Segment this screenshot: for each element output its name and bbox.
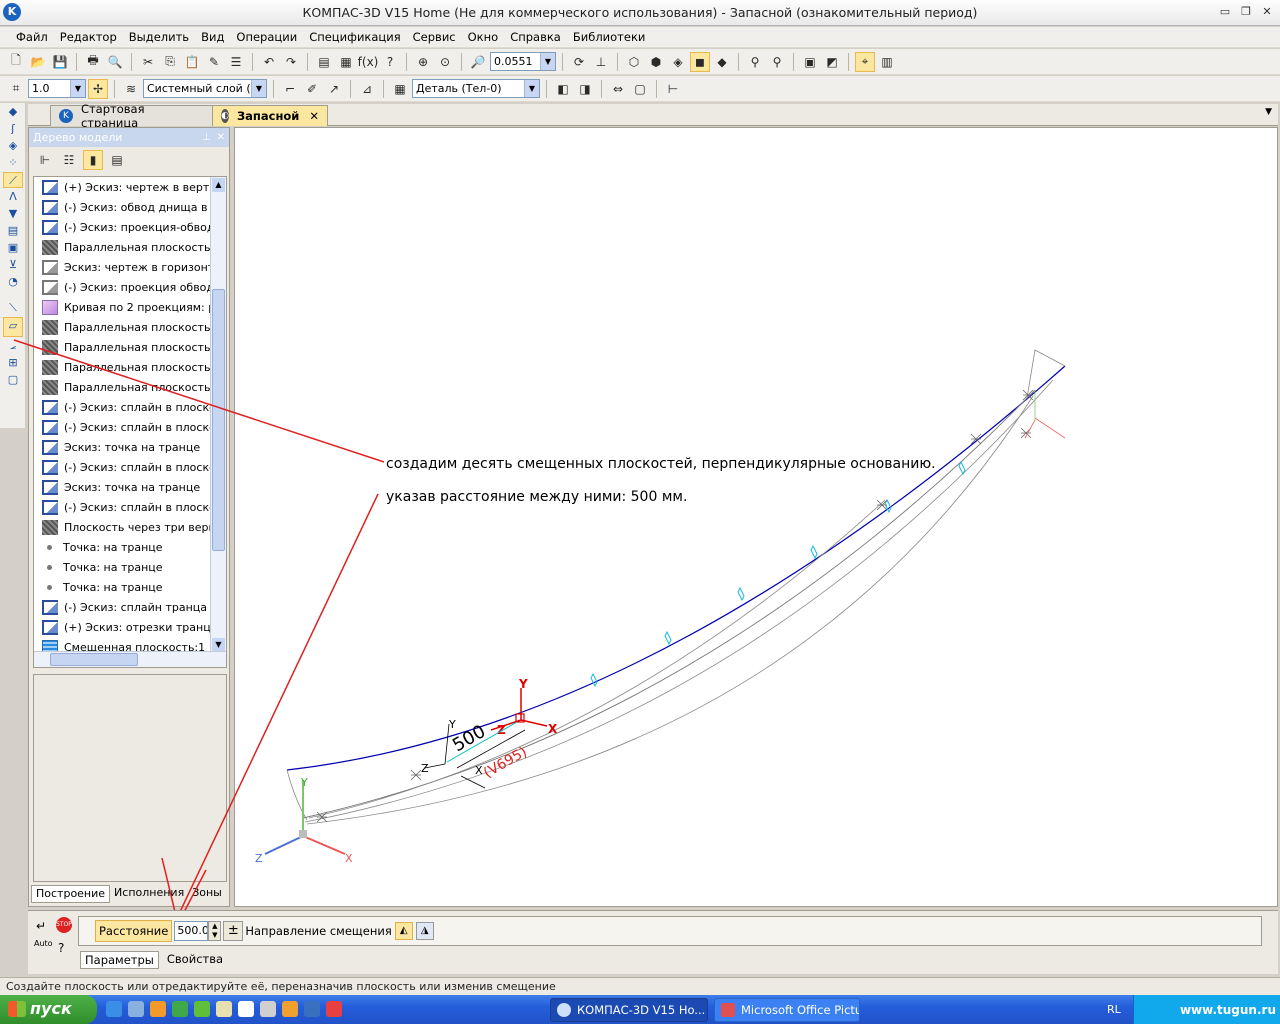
distance-label: Расстояние — [95, 920, 173, 942]
tab-parameters[interactable]: Параметры — [80, 951, 159, 969]
task-picture-manager[interactable]: Microsoft Office Pictu... — [714, 998, 860, 1022]
start-label: пуск — [30, 999, 72, 1018]
notepad-icon[interactable] — [216, 1001, 232, 1017]
firefox-icon[interactable] — [150, 1001, 166, 1017]
direction-reverse-icon[interactable]: ◮ — [415, 922, 434, 940]
app-icon[interactable] — [172, 1001, 188, 1017]
blender-icon[interactable] — [282, 1001, 298, 1017]
help-icon[interactable]: ? — [58, 941, 64, 955]
task-kompas-label: КОМПАС-3D V15 Ho... — [577, 1003, 706, 1017]
properties-panel: ↵ STOP Auto ? Расстояние 500.0 ▲ ▼ ± Напр… — [28, 910, 1278, 974]
task-kompas[interactable]: КОМПАС-3D V15 Ho... — [550, 998, 708, 1022]
properties-tabs: Параметры Свойства — [80, 951, 227, 969]
direction-forward-icon[interactable]: ◭ — [394, 922, 413, 940]
taskbar: пуск КОМПАС-3D V15 Ho... Microsoft Offic… — [0, 995, 1280, 1024]
task-picture-label: Microsoft Office Pictu... — [741, 1003, 860, 1017]
document-icon[interactable] — [238, 1001, 254, 1017]
language-indicator[interactable]: RL — [1107, 1003, 1121, 1016]
kompas-logo-icon — [557, 1003, 571, 1017]
media-icon[interactable] — [260, 1001, 276, 1017]
system-tray: www.tugun.ru — [1133, 995, 1280, 1024]
annotation-arrow-line — [13, 339, 385, 463]
auto-create-icon[interactable]: Auto — [34, 939, 53, 948]
picture-manager-icon — [721, 1003, 735, 1017]
windows-flag-icon — [8, 1001, 26, 1017]
annotation-arrows — [13, 339, 385, 917]
messenger-icon[interactable] — [128, 1001, 144, 1017]
tab-properties[interactable]: Свойства — [163, 951, 227, 969]
quick-launch — [106, 1001, 342, 1017]
chrome-icon[interactable] — [326, 1001, 342, 1017]
status-bar: Создайте плоскость или отредактируйте её… — [0, 977, 1280, 995]
properties-row: Расстояние 500.0 ▲ ▼ ± Направление смещен… — [78, 916, 1262, 946]
distance-input[interactable]: 500.0 — [174, 921, 209, 941]
app-icon[interactable] — [194, 1001, 210, 1017]
start-button[interactable]: пуск — [0, 995, 97, 1024]
ie-icon[interactable] — [106, 1001, 122, 1017]
stop-icon[interactable]: STOP — [56, 917, 72, 933]
create-object-icon[interactable]: ↵ — [36, 919, 46, 933]
properties-left-buttons: ↵ STOP Auto ? — [34, 917, 78, 965]
distance-spinner[interactable]: ▲ ▼ — [208, 921, 222, 941]
annotation-arrow-line — [177, 493, 379, 917]
arrow-head-line — [161, 857, 177, 917]
watermark: www.tugun.ru — [1179, 1003, 1276, 1017]
direction-label: Направление смещения — [245, 924, 392, 938]
plus-minus-button[interactable]: ± — [223, 921, 244, 941]
kompas-icon[interactable] — [304, 1001, 320, 1017]
